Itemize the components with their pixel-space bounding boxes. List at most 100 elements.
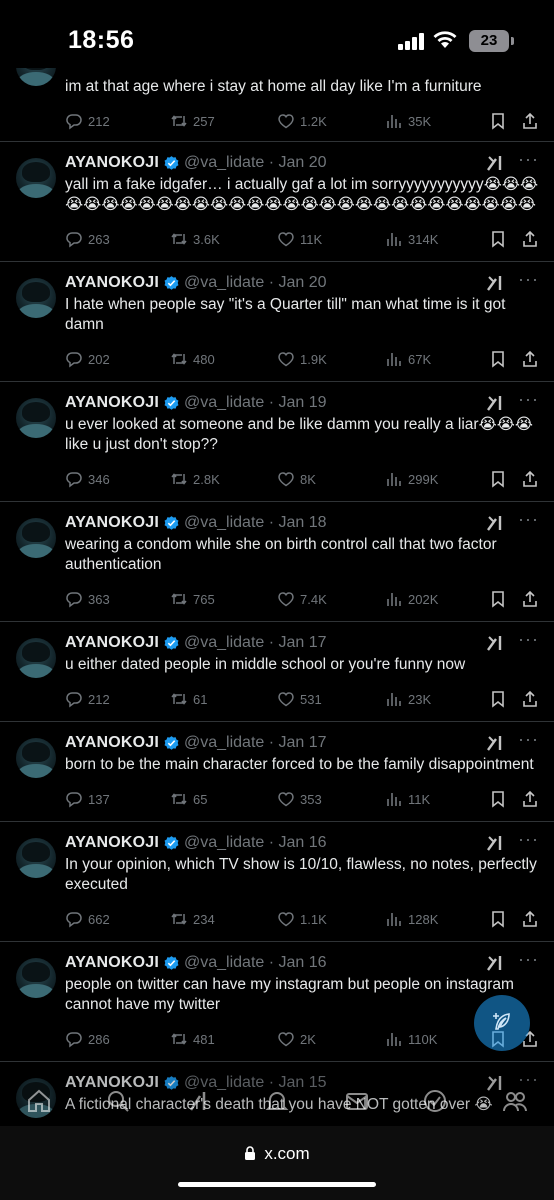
display-name[interactable]: AYANOKOJI (65, 734, 159, 752)
compose-button[interactable] (474, 995, 530, 1051)
reply-button[interactable]: 212 (65, 689, 110, 709)
bookmark-button[interactable] (489, 349, 507, 369)
share-button[interactable] (521, 111, 539, 131)
retweet-button[interactable]: 257 (170, 111, 215, 131)
reply-button[interactable]: 263 (65, 229, 110, 249)
grok-icon[interactable] (486, 274, 504, 292)
views-button[interactable]: 128K (385, 909, 438, 929)
avatar[interactable] (16, 278, 56, 318)
reply-button[interactable]: 212 (65, 111, 110, 131)
tweet[interactable]: im at that age where i stay at home all … (0, 68, 554, 142)
tweet[interactable]: AYANOKOJI @va_lidate · Jan 16 ··· In you… (0, 822, 554, 942)
notifications-icon[interactable] (264, 1088, 290, 1114)
avatar[interactable] (16, 838, 56, 878)
handle-and-date[interactable]: @va_lidate · Jan 17 (184, 634, 327, 652)
tweet[interactable]: AYANOKOJI @va_lidate · Jan 19 ··· u ever… (0, 382, 554, 502)
display-name[interactable]: AYANOKOJI (65, 154, 159, 172)
tweet[interactable]: AYANOKOJI @va_lidate · Jan 20 ··· I hate… (0, 262, 554, 382)
avatar[interactable] (16, 738, 56, 778)
retweet-button[interactable]: 65 (170, 789, 207, 809)
like-button[interactable]: 2K (277, 1029, 316, 1049)
bookmark-button[interactable] (489, 689, 507, 709)
like-button[interactable]: 8K (277, 469, 316, 489)
display-name[interactable]: AYANOKOJI (65, 394, 159, 412)
browser-url-bar[interactable]: x.com (0, 1126, 554, 1200)
search-icon[interactable] (105, 1088, 131, 1114)
more-options-icon[interactable]: ··· (518, 150, 538, 172)
share-button[interactable] (521, 349, 539, 369)
like-button[interactable]: 1.1K (277, 909, 327, 929)
avatar[interactable] (16, 158, 56, 198)
bookmark-button[interactable] (489, 909, 507, 929)
more-options-icon[interactable]: ··· (518, 270, 538, 292)
grok-icon[interactable] (186, 1088, 212, 1114)
display-name[interactable]: AYANOKOJI (65, 834, 159, 852)
handle-and-date[interactable]: @va_lidate · Jan 18 (184, 514, 327, 532)
like-button[interactable]: 11K (277, 229, 322, 249)
display-name[interactable]: AYANOKOJI (65, 954, 159, 972)
tweet[interactable]: AYANOKOJI @va_lidate · Jan 17 ··· born t… (0, 722, 554, 822)
avatar[interactable] (16, 638, 56, 678)
retweet-button[interactable]: 481 (170, 1029, 215, 1049)
reply-button[interactable]: 662 (65, 909, 110, 929)
display-name[interactable]: AYANOKOJI (65, 634, 159, 652)
grok-icon[interactable] (486, 514, 504, 532)
bookmark-button[interactable] (489, 111, 507, 131)
more-options-icon[interactable]: ··· (518, 390, 538, 412)
reply-button[interactable]: 202 (65, 349, 110, 369)
like-button[interactable]: 7.4K (277, 589, 327, 609)
views-button[interactable]: 11K (385, 789, 430, 809)
views-button[interactable]: 23K (385, 689, 431, 709)
handle-and-date[interactable]: @va_lidate · Jan 16 (184, 954, 327, 972)
url-display[interactable]: x.com (0, 1144, 554, 1164)
retweet-button[interactable]: 765 (170, 589, 215, 609)
tweet[interactable]: AYANOKOJI @va_lidate · Jan 17 ··· u eith… (0, 622, 554, 722)
more-options-icon[interactable]: ··· (518, 730, 538, 752)
share-button[interactable] (521, 689, 539, 709)
more-options-icon[interactable]: ··· (518, 950, 538, 972)
share-button[interactable] (521, 229, 539, 249)
more-options-icon[interactable]: ··· (518, 510, 538, 532)
retweet-button[interactable]: 480 (170, 349, 215, 369)
display-name[interactable]: AYANOKOJI (65, 514, 159, 532)
grok-icon[interactable] (486, 154, 504, 172)
avatar[interactable] (16, 398, 56, 438)
tweet[interactable]: AYANOKOJI @va_lidate · Jan 20 ··· yall i… (0, 142, 554, 262)
grok-icon[interactable] (486, 634, 504, 652)
grok-icon[interactable] (486, 834, 504, 852)
handle-and-date[interactable]: @va_lidate · Jan 19 (184, 394, 327, 412)
share-button[interactable] (521, 589, 539, 609)
views-button[interactable]: 314K (385, 229, 438, 249)
home-indicator[interactable] (178, 1182, 376, 1187)
views-button[interactable]: 67K (385, 349, 431, 369)
reply-button[interactable]: 346 (65, 469, 110, 489)
bookmark-button[interactable] (489, 789, 507, 809)
tweet[interactable]: AYANOKOJI @va_lidate · Jan 16 ··· people… (0, 942, 554, 1062)
tweet[interactable]: AYANOKOJI @va_lidate · Jan 18 ··· wearin… (0, 502, 554, 622)
share-button[interactable] (521, 909, 539, 929)
handle-and-date[interactable]: @va_lidate · Jan 20 (184, 154, 327, 172)
retweet-button[interactable]: 2.8K (170, 469, 220, 489)
like-button[interactable]: 531 (277, 689, 322, 709)
retweet-button[interactable]: 3.6K (170, 229, 220, 249)
views-button[interactable]: 299K (385, 469, 438, 489)
home-icon[interactable] (26, 1088, 52, 1114)
bookmark-button[interactable] (489, 469, 507, 489)
share-button[interactable] (521, 469, 539, 489)
handle-and-date[interactable]: @va_lidate · Jan 16 (184, 834, 327, 852)
bookmark-button[interactable] (489, 229, 507, 249)
views-button[interactable]: 110K (385, 1029, 437, 1049)
views-button[interactable]: 35K (385, 111, 431, 131)
reply-button[interactable]: 363 (65, 589, 110, 609)
grok-icon[interactable] (486, 394, 504, 412)
bookmark-button[interactable] (489, 589, 507, 609)
views-button[interactable]: 202K (385, 589, 438, 609)
like-button[interactable]: 353 (277, 789, 322, 809)
grok-icon[interactable] (486, 734, 504, 752)
avatar[interactable] (16, 68, 56, 86)
handle-and-date[interactable]: @va_lidate · Jan 20 (184, 274, 327, 292)
share-button[interactable] (521, 789, 539, 809)
verified-orgs-icon[interactable] (422, 1088, 448, 1114)
handle-and-date[interactable]: @va_lidate · Jan 17 (184, 734, 327, 752)
retweet-button[interactable]: 61 (170, 689, 207, 709)
